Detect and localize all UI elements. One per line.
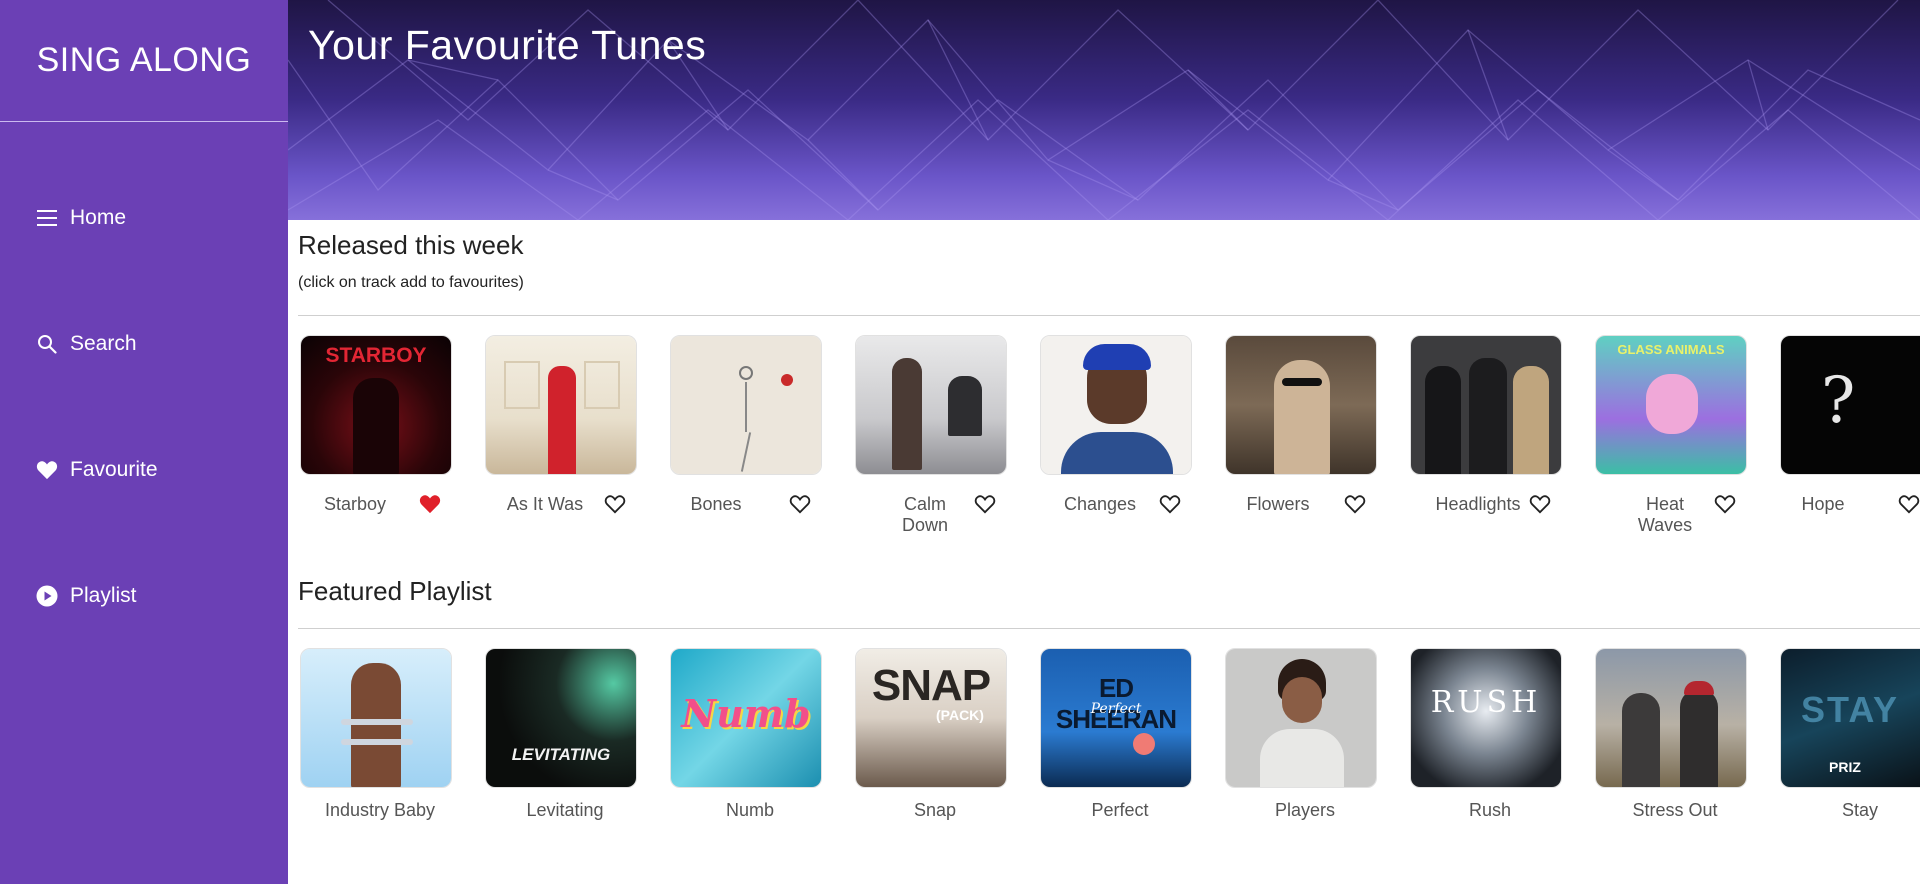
app-title: SING ALONG — [0, 0, 288, 122]
track-name: Starboy — [323, 494, 387, 514]
album-art: SNAP (PACK) — [856, 649, 1006, 787]
playlist-card-snap[interactable]: SNAP (PACK) — [855, 648, 1007, 788]
album-art: ? — [1781, 336, 1920, 474]
playlist-card-stay[interactable]: STAY PRIZ — [1780, 648, 1920, 788]
favourite-heart-icon[interactable] — [419, 494, 443, 516]
album-art — [1596, 649, 1746, 787]
sidebar-item-label: Favourite — [70, 458, 158, 481]
cover-subtext: Perfect — [1090, 701, 1142, 717]
album-art — [301, 649, 451, 787]
album-art: RUSH — [1411, 649, 1561, 787]
heart-outline-icon[interactable] — [974, 494, 998, 516]
track-card-hope[interactable]: ? — [1780, 335, 1920, 475]
cover-text: STAY — [1801, 689, 1900, 730]
heart-outline-icon[interactable] — [789, 494, 813, 516]
heart-outline-icon[interactable] — [1898, 494, 1920, 516]
album-art — [1226, 336, 1376, 474]
sidebar-item-playlist[interactable]: Playlist — [36, 584, 137, 608]
playlist-name: Rush — [1468, 800, 1512, 820]
track-name: Headlights — [1435, 494, 1521, 514]
cover-text: GLASS ANIMALS — [1617, 342, 1725, 357]
track-name: As It Was — [506, 494, 584, 514]
featured-section-title: Featured Playlist — [298, 576, 492, 606]
album-art: STARBOY — [301, 336, 451, 474]
album-art — [671, 336, 821, 474]
playlist-card-industry-baby[interactable] — [300, 648, 452, 788]
sidebar-item-favourite[interactable]: Favourite — [36, 458, 158, 482]
track-card-heat-waves[interactable]: GLASS ANIMALS — [1595, 335, 1747, 475]
sidebar-item-search[interactable]: Search — [36, 332, 137, 356]
heart-icon — [36, 459, 58, 481]
released-section-title: Released this week — [298, 230, 524, 260]
track-card-headlights[interactable] — [1410, 335, 1562, 475]
cover-text: LEVITATING — [511, 745, 611, 764]
playlist-name: Snap — [913, 800, 957, 820]
playlist-name: Numb — [725, 800, 774, 820]
track-card-flowers[interactable] — [1225, 335, 1377, 475]
track-card-starboy[interactable]: STARBOY — [300, 335, 452, 475]
album-art: ED SHEERAN Perfect — [1041, 649, 1191, 787]
album-art — [486, 336, 636, 474]
divider — [298, 315, 1920, 316]
track-card-bones[interactable] — [670, 335, 822, 475]
album-art: STAY PRIZ — [1781, 649, 1920, 787]
track-name: Calm Down — [901, 494, 949, 535]
playlist-card-numb[interactable]: Numb — [670, 648, 822, 788]
playlist-card-levitating[interactable]: LEVITATING — [485, 648, 637, 788]
track-name: Heat Waves — [1637, 494, 1693, 535]
cover-text: SNAP — [871, 661, 991, 710]
page-title: Your Favourite Tunes — [308, 22, 707, 68]
divider — [298, 628, 1920, 629]
playlist-card-rush[interactable]: RUSH — [1410, 648, 1562, 788]
heart-outline-icon[interactable] — [1529, 494, 1553, 516]
play-circle-icon — [36, 585, 58, 607]
menu-icon — [36, 207, 58, 229]
track-name: Changes — [1063, 494, 1137, 514]
album-art: Numb — [671, 649, 821, 787]
playlist-name: Industry Baby — [324, 800, 436, 820]
sidebar-item-label: Home — [70, 206, 127, 229]
sidebar-item-home[interactable]: Home — [36, 206, 126, 230]
heart-outline-icon[interactable] — [1159, 494, 1183, 516]
track-card-changes[interactable] — [1040, 335, 1192, 475]
track-card-calm-down[interactable] — [855, 335, 1007, 475]
playlist-name: Perfect — [1091, 800, 1149, 820]
track-name: Bones — [690, 494, 742, 514]
cover-text: ? — [1821, 364, 1856, 438]
sidebar: SING ALONG Home Search Favourite Playlis… — [0, 0, 288, 884]
album-art — [1411, 336, 1561, 474]
heart-outline-icon[interactable] — [1714, 494, 1738, 516]
cover-text: Numb — [681, 691, 811, 736]
heart-outline-icon[interactable] — [604, 494, 628, 516]
playlist-name: Stay — [1841, 800, 1879, 820]
cover-subtext: (PACK) — [936, 707, 984, 723]
album-art: LEVITATING — [486, 649, 636, 787]
playlist-card-perfect[interactable]: ED SHEERAN Perfect — [1040, 648, 1192, 788]
playlist-name: Stress Out — [1632, 800, 1718, 820]
heart-outline-icon[interactable] — [1344, 494, 1368, 516]
cover-text: RUSH — [1430, 685, 1542, 720]
sidebar-item-label: Search — [70, 332, 137, 355]
search-icon — [36, 333, 58, 355]
playlist-name: Players — [1274, 800, 1336, 820]
playlist-name: Levitating — [526, 800, 604, 820]
album-art — [856, 336, 1006, 474]
track-card-as-it-was[interactable] — [485, 335, 637, 475]
hero-banner: Your Favourite Tunes — [288, 0, 1920, 220]
released-section-subtitle: (click on track add to favourites) — [298, 274, 524, 291]
sidebar-item-label: Playlist — [70, 584, 137, 607]
cover-subtext: PRIZ — [1829, 759, 1861, 775]
playlist-card-players[interactable] — [1225, 648, 1377, 788]
track-name: Flowers — [1246, 494, 1310, 514]
playlist-card-stress-out[interactable] — [1595, 648, 1747, 788]
album-art: GLASS ANIMALS — [1596, 336, 1746, 474]
track-name: Hope — [1801, 494, 1845, 514]
album-art — [1041, 336, 1191, 474]
album-art — [1226, 649, 1376, 787]
cover-text: STARBOY — [325, 344, 427, 367]
